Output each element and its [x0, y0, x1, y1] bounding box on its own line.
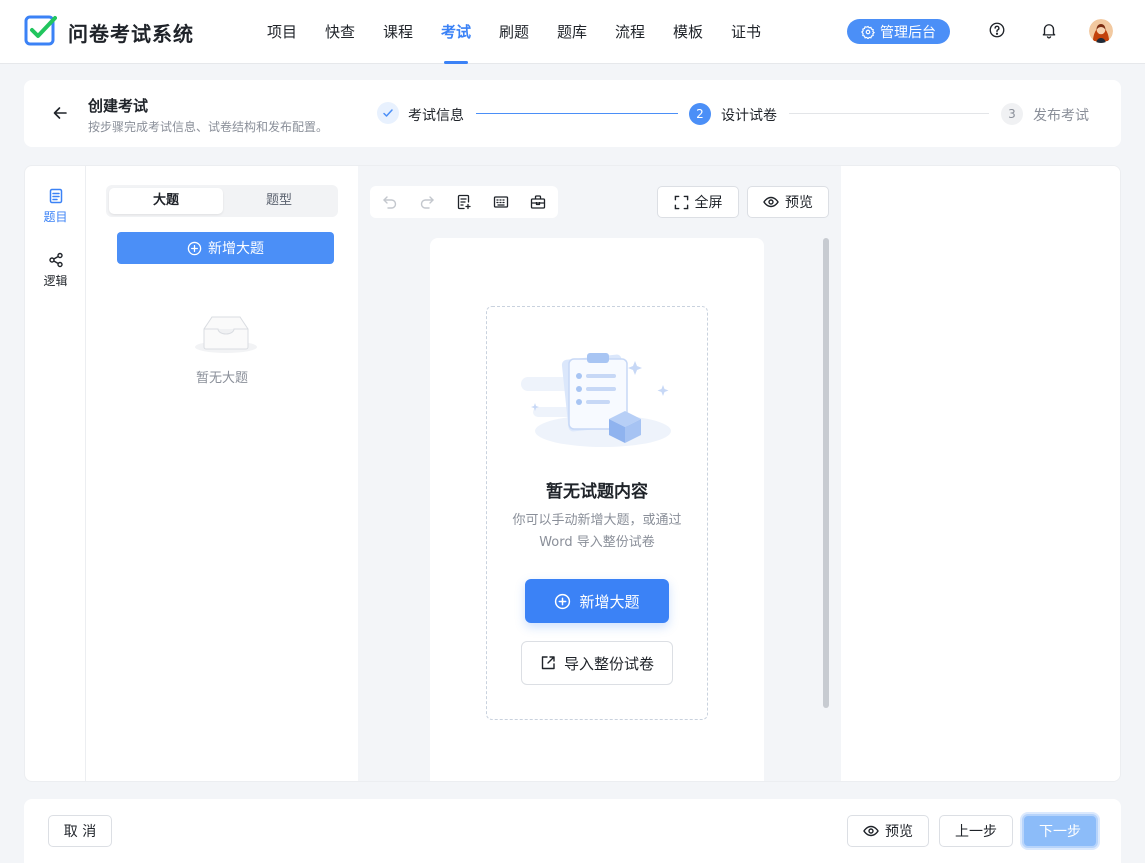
admin-console-label: 管理后台 — [880, 24, 936, 41]
nav-item-templates[interactable]: 模板 — [659, 0, 717, 64]
document-icon — [48, 188, 64, 204]
exam-designer: 题目 逻辑 大题 题型 新增大题 暂无大题 全屏 预览 暂无试题内容 你可以手动… — [24, 165, 1121, 782]
import-paper-button[interactable]: 导入整份试卷 — [521, 641, 673, 685]
toolbox-icon[interactable] — [530, 194, 546, 210]
prev-step-button[interactable]: 上一步 — [939, 815, 1013, 847]
admin-console-button[interactable]: 管理后台 — [847, 19, 950, 44]
nav-item-exams[interactable]: 考试 — [427, 0, 485, 64]
add-section-button[interactable]: 新增大题 — [117, 232, 334, 264]
step-connector-todo — [789, 113, 989, 114]
step-1-check-icon[interactable] — [377, 102, 399, 124]
properties-panel — [841, 166, 1120, 781]
paper-add-section-label: 新增大题 — [579, 592, 640, 611]
keyboard-icon[interactable] — [493, 194, 509, 210]
add-section-label: 新增大题 — [208, 241, 264, 257]
plus-circle-icon — [187, 241, 202, 256]
main-nav: 项目 快查 课程 考试 刷题 题库 流程 模板 证书 — [253, 0, 775, 64]
help-icon[interactable] — [988, 21, 1006, 39]
canvas-scrollbar[interactable] — [823, 238, 829, 708]
side-tab-questions[interactable]: 题目 — [25, 188, 86, 225]
back-arrow-icon[interactable] — [52, 105, 68, 121]
nav-item-projects[interactable]: 项目 — [253, 0, 311, 64]
empty-sections-text: 暂无大题 — [195, 371, 248, 386]
page-subtitle: 按步骤完成考试信息、试卷结构和发布配置。 — [88, 120, 329, 134]
editor-toolbar — [370, 186, 558, 218]
page-title: 创建考试 — [88, 97, 149, 115]
share-nodes-icon — [48, 252, 64, 268]
import-paper-label: 导入整份试卷 — [563, 654, 654, 673]
gear-icon — [861, 25, 875, 39]
nav-item-courses[interactable]: 课程 — [369, 0, 427, 64]
tab-question-types[interactable]: 题型 — [222, 188, 336, 214]
undo-icon[interactable] — [382, 194, 398, 210]
section-type-switch: 大题 题型 — [106, 185, 338, 217]
nav-item-certificates[interactable]: 证书 — [717, 0, 775, 64]
next-step-button[interactable]: 下一步 — [1022, 814, 1098, 848]
cancel-button[interactable]: 取 消 — [48, 815, 112, 847]
nav-item-workflow[interactable]: 流程 — [601, 0, 659, 64]
paper-add-section-button[interactable]: 新增大题 — [525, 579, 669, 623]
fullscreen-label: 全屏 — [694, 195, 723, 211]
empty-paper-title: 暂无试题内容 — [546, 482, 648, 502]
app-title[interactable]: 问卷考试系统 — [68, 18, 194, 47]
footer-preview-button[interactable]: 预览 — [847, 815, 929, 847]
top-navbar: 问卷考试系统 项目 快查 课程 考试 刷题 题库 流程 模板 证书 管理后台 — [0, 0, 1145, 64]
tab-sections[interactable]: 大题 — [109, 188, 223, 214]
insert-question-icon[interactable] — [456, 194, 472, 210]
fullscreen-icon — [674, 195, 689, 210]
nav-item-quick-check[interactable]: 快查 — [311, 0, 369, 64]
step-1-label[interactable]: 考试信息 — [408, 105, 464, 125]
footer-preview-label: 预览 — [885, 824, 913, 840]
section-list-panel: 大题 题型 新增大题 暂无大题 — [86, 166, 358, 781]
side-tab-bar: 题目 逻辑 — [25, 166, 86, 781]
plus-circle-icon — [554, 593, 571, 610]
clipboard-illustration-icon — [517, 347, 677, 451]
import-edit-icon — [540, 655, 556, 671]
step-connector-done — [476, 113, 678, 114]
eye-icon — [863, 823, 879, 839]
app-logo-icon[interactable] — [24, 14, 57, 47]
canvas-preview-label: 预览 — [785, 195, 813, 211]
empty-paper-description: 你可以手动新增大题，或通过 Word 导入整份试卷 — [512, 513, 682, 550]
step-3-number[interactable]: 3 — [1001, 103, 1023, 125]
fullscreen-button[interactable]: 全屏 — [657, 186, 739, 218]
user-avatar[interactable] — [1089, 19, 1113, 43]
redo-icon[interactable] — [419, 194, 435, 210]
bell-icon[interactable] — [1040, 21, 1058, 39]
footer-action-bar: 取 消 预览 上一步 下一步 — [24, 799, 1121, 863]
empty-paper-dropzone[interactable]: 暂无试题内容 你可以手动新增大题，或通过 Word 导入整份试卷 新增大题 导入… — [486, 306, 708, 720]
nav-item-question-bank[interactable]: 题库 — [543, 0, 601, 64]
side-tab-questions-label: 题目 — [43, 210, 68, 224]
step-2-label[interactable]: 设计试卷 — [721, 105, 777, 125]
step-2-number[interactable]: 2 — [689, 103, 711, 125]
exam-paper: 暂无试题内容 你可以手动新增大题，或通过 Word 导入整份试卷 新增大题 导入… — [430, 238, 764, 781]
paper-canvas: 全屏 预览 暂无试题内容 你可以手动新增大题，或通过 Word 导入整份试卷 新… — [358, 166, 841, 781]
step-3-label[interactable]: 发布考试 — [1033, 105, 1089, 125]
empty-inbox-icon — [194, 311, 258, 357]
create-exam-header: 创建考试 按步骤完成考试信息、试卷结构和发布配置。 考试信息 2 设计试卷 3 … — [24, 80, 1121, 147]
side-tab-logic-label: 逻辑 — [43, 274, 68, 288]
side-tab-logic[interactable]: 逻辑 — [25, 252, 86, 289]
nav-item-practice[interactable]: 刷题 — [485, 0, 543, 64]
canvas-preview-button[interactable]: 预览 — [747, 186, 829, 218]
eye-icon — [763, 194, 779, 210]
